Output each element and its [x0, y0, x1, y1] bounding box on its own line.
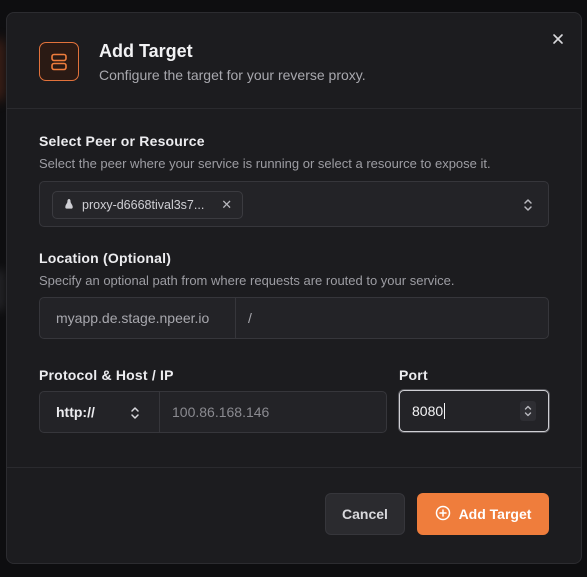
location-field: myapp.de.stage.npeer.io / — [39, 297, 549, 339]
remove-chip-icon[interactable]: ✕ — [221, 197, 232, 213]
port-value: 8080 — [412, 403, 446, 419]
peer-label: Select Peer or Resource — [39, 133, 205, 149]
add-target-label: Add Target — [458, 506, 532, 522]
domain-prefix: myapp.de.stage.npeer.io — [40, 298, 236, 338]
linux-icon — [63, 198, 75, 213]
chevron-up-down-icon — [520, 196, 536, 214]
plus-circle-icon — [435, 505, 451, 524]
host-input[interactable]: 100.86.168.146 — [172, 392, 269, 432]
footer-divider — [7, 467, 581, 468]
dialog-header: Add Target Configure the target for your… — [7, 13, 581, 109]
close-icon[interactable] — [549, 30, 567, 48]
protocol-value: http:// — [56, 404, 95, 420]
protocol-host-field: http:// 100.86.168.146 — [39, 391, 387, 433]
port-stepper-icon[interactable] — [520, 401, 536, 421]
chevron-up-down-icon — [128, 404, 142, 422]
location-help: Specify an optional path from where requ… — [39, 273, 455, 288]
selected-peer-name: proxy-d6668tival3s7... — [82, 198, 205, 212]
add-target-dialog: Add Target Configure the target for your… — [6, 12, 582, 564]
peer-help: Select the peer where your service is ru… — [39, 156, 491, 171]
path-input[interactable]: / — [248, 298, 252, 338]
add-target-button[interactable]: Add Target — [417, 493, 549, 535]
dialog-subtitle: Configure the target for your reverse pr… — [99, 67, 366, 83]
dialog-title: Add Target — [99, 41, 193, 61]
port-label: Port — [399, 367, 428, 383]
peer-select[interactable]: proxy-d6668tival3s7... ✕ — [39, 181, 549, 227]
location-label: Location (Optional) — [39, 250, 172, 266]
cancel-button[interactable]: Cancel — [325, 493, 405, 535]
port-input[interactable]: 8080 — [399, 390, 549, 432]
server-icon — [39, 42, 79, 81]
protocol-host-label: Protocol & Host / IP — [39, 367, 174, 383]
protocol-select[interactable]: http:// — [40, 392, 160, 432]
selected-peer-chip: proxy-d6668tival3s7... ✕ — [52, 191, 244, 219]
